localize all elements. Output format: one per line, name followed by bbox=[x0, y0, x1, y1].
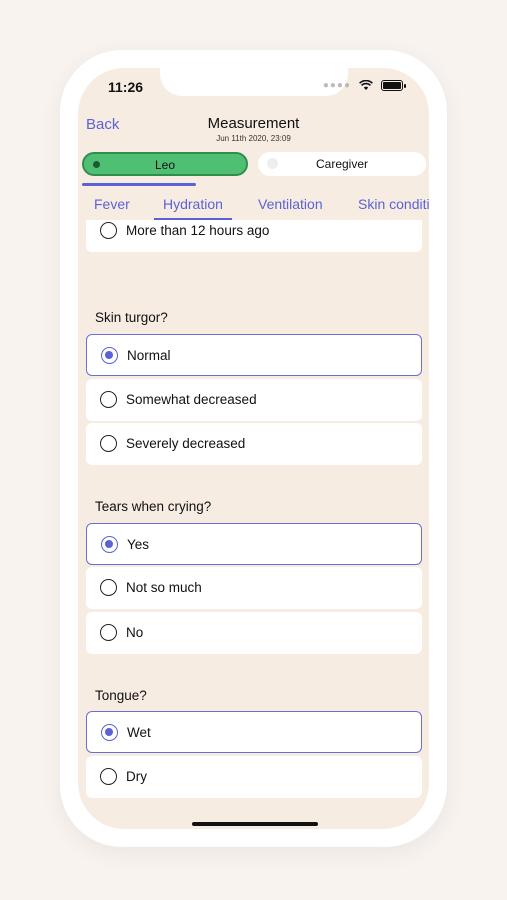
option-label: Wet bbox=[127, 725, 151, 740]
wifi-icon bbox=[359, 80, 373, 90]
option-wet[interactable]: Wet bbox=[86, 711, 422, 753]
radio-selected-icon bbox=[101, 536, 118, 553]
segment-leo-label: Leo bbox=[154, 158, 176, 172]
option-label: Not so much bbox=[126, 580, 202, 595]
option-label: Yes bbox=[127, 537, 150, 552]
option-normal[interactable]: Normal bbox=[86, 334, 422, 376]
battery-icon bbox=[381, 80, 406, 91]
option-somewhat-decreased[interactable]: Somewhat decreased bbox=[86, 379, 422, 421]
option-label: More than 12 hours ago bbox=[126, 223, 270, 238]
question-list: More than 12 hours ago Skin turgor? Norm… bbox=[78, 220, 429, 829]
radio-icon bbox=[100, 768, 117, 785]
option-label: Normal bbox=[127, 348, 171, 363]
radio-icon bbox=[100, 579, 117, 596]
app-screen: 11:26 ●●●● Back Measurement Jun 11th 202… bbox=[78, 68, 429, 829]
option-label: Dry bbox=[126, 769, 147, 784]
option-severely-decreased[interactable]: Severely decreased bbox=[86, 423, 422, 465]
radio-selected-icon bbox=[101, 347, 118, 364]
question-tears: Tears when crying? bbox=[95, 499, 212, 514]
option-more-than-12-hours[interactable]: More than 12 hours ago bbox=[86, 220, 422, 252]
radio-icon bbox=[100, 624, 117, 641]
segment-caregiver-label: Caregiver bbox=[315, 157, 369, 171]
tab-ventilation[interactable]: Ventilation bbox=[258, 196, 323, 212]
progress-bar bbox=[82, 183, 196, 186]
home-indicator[interactable] bbox=[192, 822, 318, 826]
option-not-so-much[interactable]: Not so much bbox=[86, 567, 422, 609]
question-tongue: Tongue? bbox=[95, 688, 147, 703]
tab-fever[interactable]: Fever bbox=[94, 196, 130, 212]
option-label: Somewhat decreased bbox=[126, 392, 257, 407]
phone-frame: 11:26 ●●●● Back Measurement Jun 11th 202… bbox=[60, 50, 447, 847]
radio-icon bbox=[100, 391, 117, 408]
question-skin-turgor: Skin turgor? bbox=[95, 310, 168, 325]
segment-leo[interactable]: Leo bbox=[82, 152, 248, 176]
option-yes[interactable]: Yes bbox=[86, 523, 422, 565]
tab-bar: Fever Hydration Ventilation Skin conditi bbox=[78, 190, 429, 220]
radio-icon bbox=[100, 435, 117, 452]
radio-selected-icon bbox=[101, 724, 118, 741]
status-icons: ●●●● bbox=[322, 80, 406, 91]
option-no[interactable]: No bbox=[86, 612, 422, 654]
page-subtitle: Jun 11th 2020, 23:09 bbox=[216, 134, 291, 143]
radio-icon bbox=[100, 222, 117, 239]
option-label: No bbox=[126, 625, 144, 640]
option-dry[interactable]: Dry bbox=[86, 756, 422, 798]
option-label: Severely decreased bbox=[126, 436, 246, 451]
tab-skin-condition[interactable]: Skin conditi bbox=[358, 196, 429, 212]
tab-hydration[interactable]: Hydration bbox=[163, 196, 223, 212]
segment-caregiver[interactable]: Caregiver bbox=[258, 152, 426, 176]
status-time: 11:26 bbox=[108, 79, 144, 95]
notch bbox=[160, 68, 348, 96]
page-title: Measurement bbox=[207, 115, 300, 132]
signal-icon: ●●●● bbox=[322, 80, 351, 91]
